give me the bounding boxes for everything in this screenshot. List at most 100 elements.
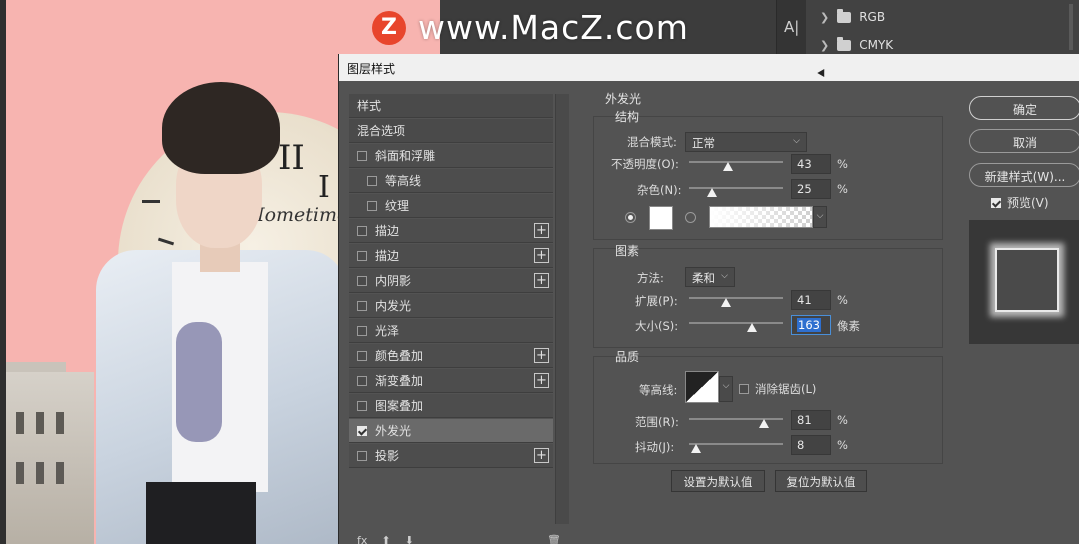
person-photo — [96, 82, 346, 544]
glow-color-swatch[interactable] — [649, 206, 673, 230]
move-down-icon[interactable]: ⬇ — [405, 534, 414, 544]
noise-slider-thumb[interactable] — [707, 188, 717, 197]
size-slider-thumb[interactable] — [747, 323, 757, 332]
chevron-down-icon[interactable]: ⌵ — [813, 206, 827, 228]
style-item-color-overlay[interactable]: 颜色叠加 + — [349, 344, 553, 368]
channels-scrollbar[interactable] — [1069, 4, 1073, 50]
style-checkbox[interactable] — [357, 400, 367, 411]
style-item-gradient-overlay[interactable]: 渐变叠加 + — [349, 369, 553, 393]
move-up-icon[interactable]: ⬆ — [381, 534, 390, 544]
jitter-slider[interactable] — [689, 443, 783, 445]
style-label: 光泽 — [375, 324, 400, 338]
style-checkbox[interactable] — [357, 350, 367, 361]
glow-gradient-radio[interactable] — [685, 212, 696, 223]
opacity-input[interactable]: 43 — [791, 154, 831, 174]
blend-mode-select[interactable]: 正常 ⌵ — [685, 132, 807, 152]
style-item-inner-shadow[interactable]: 内阴影 + — [349, 269, 553, 293]
style-checkbox[interactable] — [357, 300, 367, 311]
canvas-edge — [0, 0, 6, 544]
noise-input[interactable]: 25 — [791, 179, 831, 199]
channel-row-cmyk[interactable]: ❯ CMYK — [820, 36, 893, 52]
add-effect-icon[interactable]: + — [534, 248, 549, 263]
style-checkbox[interactable] — [357, 225, 367, 236]
person-shirt-print — [176, 322, 222, 442]
ok-button[interactable]: 确定 — [969, 96, 1079, 120]
style-checkbox[interactable] — [357, 450, 367, 461]
jitter-input[interactable]: 8 — [791, 435, 831, 455]
chevron-down-icon: ⌵ — [721, 271, 728, 281]
opacity-unit: % — [837, 157, 848, 171]
glow-color-radio[interactable] — [625, 212, 636, 223]
style-checkbox[interactable] — [357, 375, 367, 386]
technique-select[interactable]: 柔和 ⌵ — [685, 267, 735, 287]
spread-unit: % — [837, 293, 848, 307]
opacity-slider-thumb[interactable] — [723, 162, 733, 171]
style-item-stroke[interactable]: 描边 + — [349, 244, 553, 268]
jitter-slider-thumb[interactable] — [691, 444, 701, 453]
structure-title: 结构 — [615, 110, 640, 124]
style-label: 图案叠加 — [375, 399, 424, 413]
add-effect-icon[interactable]: + — [534, 348, 549, 363]
style-checkbox[interactable] — [357, 250, 367, 261]
new-style-button[interactable]: 新建样式(W)... — [969, 163, 1079, 187]
add-effect-icon[interactable]: + — [534, 223, 549, 238]
style-label: 混合选项 — [357, 124, 406, 138]
style-checkbox[interactable] — [357, 425, 367, 436]
style-item-texture[interactable]: 纹理 — [349, 194, 553, 218]
add-effect-icon[interactable]: + — [534, 373, 549, 388]
style-checkbox[interactable] — [357, 325, 367, 336]
chevron-right-icon[interactable]: ❯ — [820, 11, 829, 24]
preview-toggle[interactable]: 预览(V) — [991, 194, 1049, 211]
range-slider-thumb[interactable] — [759, 419, 769, 428]
size-input-value: 163 — [797, 318, 821, 332]
antialias-checkbox[interactable] — [739, 384, 749, 394]
style-checkbox[interactable] — [357, 150, 367, 161]
mouse-cursor-icon — [817, 66, 828, 78]
size-slider[interactable] — [689, 322, 783, 324]
add-effect-icon[interactable]: + — [534, 448, 549, 463]
building-window — [36, 462, 44, 484]
fx-icon[interactable]: fx — [357, 534, 367, 544]
contour-label: 等高线: — [639, 383, 678, 397]
type-tool-icon[interactable]: A| — [784, 18, 799, 36]
spread-slider[interactable] — [689, 297, 783, 299]
style-item-pattern-overlay[interactable]: 图案叠加 — [349, 394, 553, 418]
contour-picker[interactable] — [685, 371, 719, 403]
trash-icon[interactable]: 🗑 — [547, 534, 561, 544]
style-item-satin[interactable]: 光泽 — [349, 319, 553, 343]
dialog-titlebar[interactable]: 图层样式 — [339, 54, 1079, 81]
style-item-stroke[interactable]: 描边 + — [349, 219, 553, 243]
spread-slider-thumb[interactable] — [721, 298, 731, 307]
style-checkbox[interactable] — [367, 200, 377, 211]
chevron-down-icon[interactable]: ⌵ — [719, 376, 733, 402]
opacity-label: 不透明度(O): — [611, 157, 679, 171]
style-item-outer-glow[interactable]: 外发光 — [349, 419, 553, 443]
chevron-down-icon: ⌵ — [793, 136, 800, 146]
opacity-slider[interactable] — [689, 161, 783, 163]
style-checkbox[interactable] — [367, 175, 377, 186]
chevron-right-icon[interactable]: ❯ — [820, 39, 829, 52]
preview-checkbox[interactable] — [991, 197, 1001, 208]
style-item-drop-shadow[interactable]: 投影 + — [349, 444, 553, 468]
styles-list-header-styles[interactable]: 样式 — [349, 94, 553, 118]
range-input[interactable]: 81 — [791, 410, 831, 430]
channel-row-rgb[interactable]: ❯ RGB — [820, 8, 885, 24]
range-unit: % — [837, 413, 848, 427]
size-input[interactable]: 163 — [791, 315, 831, 335]
building-window — [56, 462, 64, 484]
style-checkbox[interactable] — [357, 275, 367, 286]
reset-default-button[interactable]: 复位为默认值 — [775, 470, 867, 492]
styles-list-blending-options[interactable]: 混合选项 — [349, 119, 553, 143]
style-item-contour[interactable]: 等高线 — [349, 169, 553, 193]
noise-slider[interactable] — [689, 187, 783, 189]
spread-input[interactable]: 41 — [791, 290, 831, 310]
add-effect-icon[interactable]: + — [534, 273, 549, 288]
cancel-button[interactable]: 取消 — [969, 129, 1079, 153]
style-item-inner-glow[interactable]: 内发光 — [349, 294, 553, 318]
style-item-bevel-emboss[interactable]: 斜面和浮雕 — [349, 144, 553, 168]
styles-list: 样式 混合选项 斜面和浮雕 等高线 纹理 描边 + 描边 + 内阴影 + 内发光… — [349, 94, 553, 514]
watermark-logo-icon: Z — [372, 10, 406, 45]
styles-list-scrollbar[interactable] — [555, 94, 569, 524]
set-default-button[interactable]: 设置为默认值 — [671, 470, 765, 492]
glow-gradient-picker[interactable] — [709, 206, 813, 228]
